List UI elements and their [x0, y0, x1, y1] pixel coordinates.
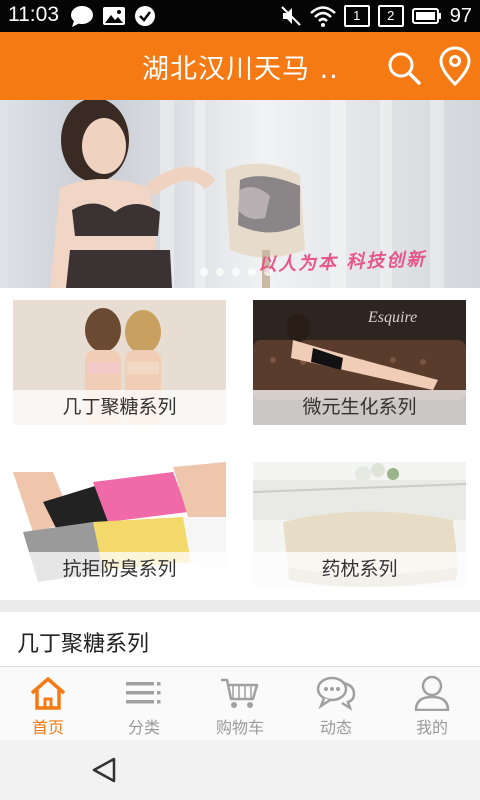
tab-category[interactable]: 分类: [96, 667, 192, 741]
section-title: 几丁聚糖系列: [17, 632, 150, 657]
image-notification-icon: [103, 7, 125, 25]
user-icon: [414, 675, 450, 711]
bottom-nav: 首页 分类 购物车 动态 我的: [0, 666, 480, 741]
status-time: 11:03: [8, 3, 59, 26]
tab-label: 分类: [127, 718, 160, 737]
tab-label: 我的: [415, 718, 448, 737]
category-grid: 几丁聚糖系列 Esquire 微元生化系列 抗拒防臭系列 药枕系列: [0, 288, 480, 600]
tab-label: 首页: [31, 718, 64, 737]
carousel-dot[interactable]: [232, 268, 240, 276]
carousel-dot[interactable]: [200, 268, 208, 276]
promo-banner[interactable]: 以人为本 科技创新: [0, 100, 480, 288]
location-pin-icon[interactable]: [438, 46, 472, 86]
category-tile-chitosan[interactable]: 几丁聚糖系列: [13, 300, 226, 425]
carousel-indicator: [200, 268, 272, 276]
carousel-dot[interactable]: [216, 268, 224, 276]
tab-cart[interactable]: 购物车: [192, 667, 288, 741]
home-icon: [30, 677, 66, 710]
section-divider: [0, 600, 480, 612]
carousel-dot[interactable]: [248, 268, 256, 276]
tab-feed[interactable]: 动态: [288, 667, 384, 741]
category-tile-anti-odor[interactable]: 抗拒防臭系列: [13, 462, 226, 587]
system-nav-bar: [0, 740, 480, 800]
sim2-signal-icon: 2: [377, 5, 404, 27]
battery-level: 97: [449, 4, 472, 27]
category-label: 几丁聚糖系列: [13, 390, 226, 425]
status-bar: 11:03 1 2 97: [0, 0, 480, 32]
cart-icon: [221, 678, 259, 708]
message-notification-icon: [71, 6, 93, 27]
tab-label: 购物车: [215, 718, 264, 737]
battery-icon: [411, 8, 441, 24]
tab-label: 动态: [319, 718, 352, 737]
mute-icon: [281, 6, 301, 26]
page-title: 湖北汉川天马 ..: [142, 54, 339, 85]
app-header: 湖北汉川天马 ..: [0, 32, 480, 100]
search-icon[interactable]: [386, 50, 422, 86]
sim1-signal-icon: 1: [343, 5, 370, 27]
chat-icon: [316, 676, 356, 711]
tab-home[interactable]: 首页: [0, 667, 96, 741]
svg-text:Esquire: Esquire: [367, 309, 417, 326]
section-header: 几丁聚糖系列: [0, 612, 480, 667]
list-icon: [126, 682, 161, 704]
check-notification-icon: [135, 6, 155, 26]
category-label: 抗拒防臭系列: [13, 552, 226, 587]
category-label: 药枕系列: [253, 552, 466, 587]
tab-profile[interactable]: 我的: [384, 667, 480, 741]
category-tile-herbal-pillow[interactable]: 药枕系列: [253, 462, 466, 587]
category-tile-microbio[interactable]: Esquire 微元生化系列: [253, 300, 466, 425]
category-label: 微元生化系列: [253, 390, 466, 425]
back-icon[interactable]: [90, 756, 118, 784]
wifi-icon: [309, 6, 336, 27]
carousel-dot[interactable]: [264, 268, 272, 276]
